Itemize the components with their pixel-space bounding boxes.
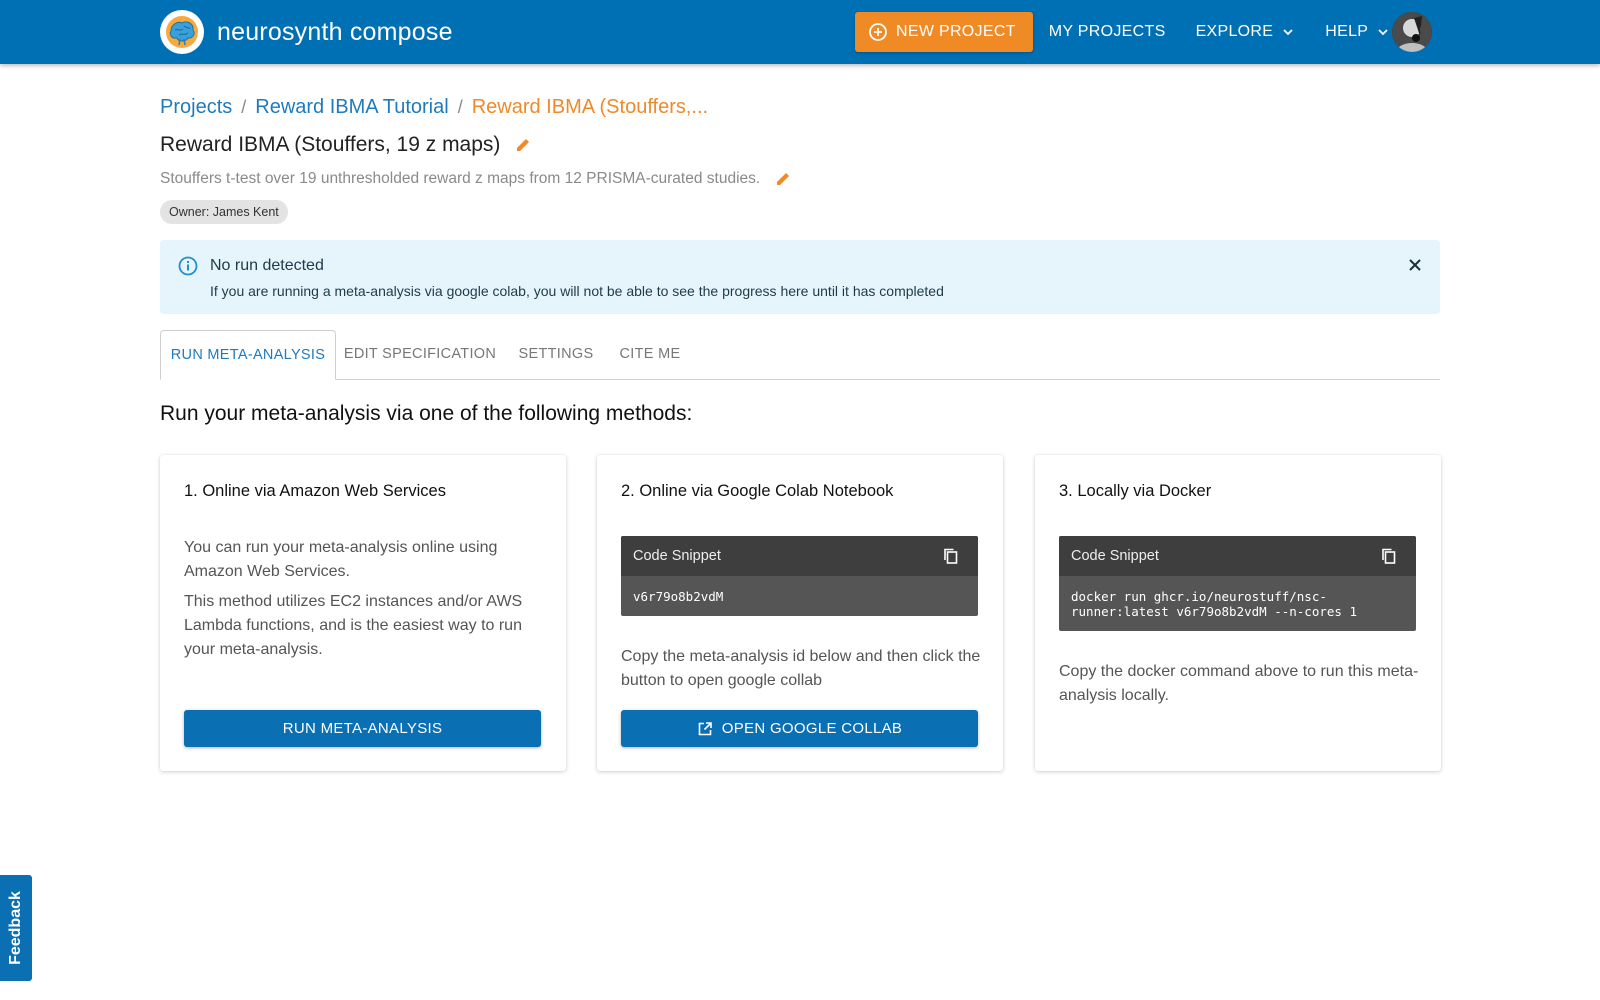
copy-icon[interactable] (942, 547, 960, 569)
run-meta-analysis-label: RUN META-ANALYSIS (282, 720, 443, 737)
explore-menu[interactable]: EXPLORE (1196, 12, 1296, 52)
code-snippet: Code Snippet v6r79o8b2vdM (621, 536, 978, 616)
card-paragraph: You can run your meta-analysis online us… (184, 539, 498, 580)
card-paragraph: Copy the meta-analysis id below and then… (621, 648, 981, 689)
code-snippet-label: Code Snippet (1071, 548, 1159, 564)
help-menu[interactable]: HELP (1325, 12, 1390, 52)
tab-bar: RUN META-ANALYSIS EDIT SPECIFICATION SET… (160, 330, 1440, 380)
edit-title-icon[interactable] (514, 136, 532, 154)
user-avatar[interactable] (1392, 12, 1432, 52)
new-project-label: NEW PROJECT (896, 23, 1016, 40)
explore-label: EXPLORE (1195, 23, 1274, 40)
my-projects-label: MY PROJECTS (1048, 23, 1166, 40)
code-snippet-label: Code Snippet (633, 548, 721, 564)
docker-card: 3. Locally via Docker Code Snippet docke… (1035, 455, 1441, 771)
code-snippet-header: Code Snippet (1059, 536, 1416, 576)
tab-run-meta-analysis[interactable]: RUN META-ANALYSIS (160, 330, 336, 380)
docker-command-code[interactable]: docker run ghcr.io/neurostuff/nsc-runner… (1059, 576, 1416, 631)
feedback-tab[interactable]: Feedback (0, 875, 32, 981)
open-in-new-icon (698, 721, 712, 735)
card-title: 2. Online via Google Colab Notebook (621, 482, 894, 500)
my-projects-link[interactable]: MY PROJECTS (1049, 12, 1166, 52)
breadcrumb-separator: / (241, 97, 247, 117)
run-meta-analysis-button[interactable]: RUN META-ANALYSIS (184, 710, 541, 747)
card-title: 1. Online via Amazon Web Services (184, 482, 446, 500)
feedback-label: Feedback (7, 891, 24, 965)
help-label: HELP (1325, 23, 1369, 40)
colab-card: 2. Online via Google Colab Notebook Code… (597, 455, 1003, 771)
card-paragraph: Copy the docker command above to run thi… (1059, 663, 1419, 704)
brand-name: neurosynth compose (217, 17, 453, 46)
brand[interactable]: neurosynth compose (160, 10, 453, 54)
breadcrumb: Projects / Reward IBMA Tutorial / Reward… (160, 96, 708, 119)
open-google-collab-button[interactable]: OPEN GOOGLE COLLAB (621, 710, 978, 747)
tab-edit-specification[interactable]: EDIT SPECIFICATION (334, 330, 506, 378)
alert-title: No run detected (210, 257, 324, 274)
brain-logo-icon (160, 10, 204, 54)
page-title-text: Reward IBMA (Stouffers, 19 z maps) (160, 133, 501, 156)
add-circle-icon (869, 23, 887, 41)
top-app-bar: neurosynth compose NEW PROJECT MY PROJEC… (0, 0, 1600, 64)
open-google-collab-label: OPEN GOOGLE COLLAB (721, 720, 903, 737)
chevron-down-icon (1378, 29, 1388, 36)
page-description-text: Stouffers t-test over 19 unthresholded r… (160, 170, 761, 187)
top-nav: NEW PROJECT MY PROJECTS EXPLORE HELP (855, 12, 1390, 52)
card-title: 3. Locally via Docker (1059, 482, 1212, 500)
new-project-button[interactable]: NEW PROJECT (855, 12, 1033, 52)
aws-card: 1. Online via Amazon Web Services You ca… (160, 455, 566, 771)
code-snippet-header: Code Snippet (621, 536, 978, 576)
tab-cite-me[interactable]: CITE ME (606, 330, 694, 378)
info-alert: No run detected If you are running a met… (160, 240, 1440, 314)
page-description: Stouffers t-test over 19 unthresholded r… (160, 170, 792, 188)
breadcrumb-projects[interactable]: Projects (160, 96, 232, 119)
edit-description-icon[interactable] (774, 170, 792, 188)
methods-heading: Run your meta-analysis via one of the fo… (160, 402, 693, 425)
alert-text: If you are running a meta-analysis via g… (210, 283, 944, 299)
card-paragraph: This method utilizes EC2 instances and/o… (184, 593, 523, 658)
meta-analysis-id-code[interactable]: v6r79o8b2vdM (621, 576, 978, 616)
copy-icon[interactable] (1380, 547, 1398, 569)
code-snippet: Code Snippet docker run ghcr.io/neurostu… (1059, 536, 1416, 631)
info-icon (177, 255, 199, 282)
tab-settings[interactable]: SETTINGS (506, 330, 606, 378)
breadcrumb-project[interactable]: Reward IBMA Tutorial (255, 96, 448, 119)
breadcrumb-separator: / (457, 97, 463, 117)
close-icon[interactable] (1406, 256, 1424, 279)
page-title: Reward IBMA (Stouffers, 19 z maps) (160, 133, 532, 157)
chevron-down-icon (1283, 29, 1293, 36)
owner-chip: Owner: James Kent (160, 200, 288, 224)
breadcrumb-current: Reward IBMA (Stouffers,... (471, 96, 709, 118)
